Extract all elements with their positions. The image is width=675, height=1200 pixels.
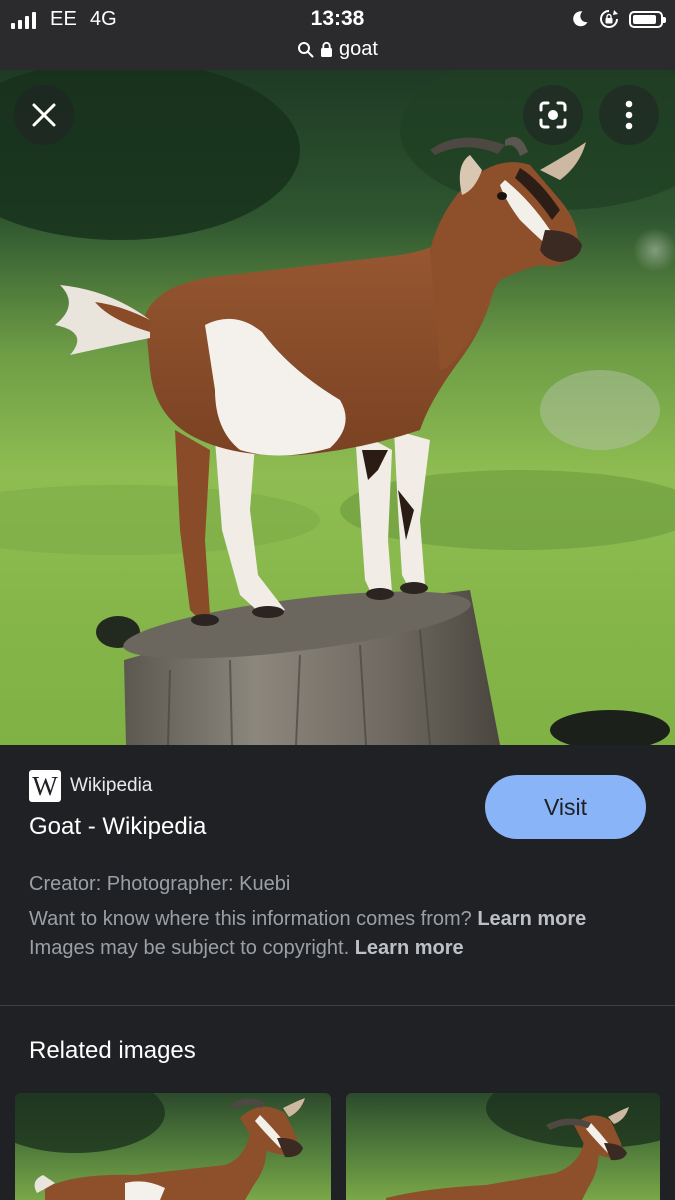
image-metadata: Creator: Photographer: Kuebi Want to kno…: [29, 870, 639, 963]
rotation-lock-icon: [600, 10, 618, 28]
close-icon: [32, 103, 56, 127]
goat-thumbnail-photo: [386, 1093, 660, 1200]
result-info-panel: W Wikipedia Goat - Wikipedia Visit Creat…: [0, 745, 675, 1007]
more-vert-icon: [625, 100, 633, 130]
url-text: goat: [339, 37, 378, 60]
wikipedia-logo-icon: W: [29, 770, 61, 802]
copyright-line: Images may be subject to copyright. Lear…: [29, 934, 639, 963]
more-options-button[interactable]: [599, 85, 659, 145]
goat-thumbnail-photo: [15, 1093, 305, 1200]
source-name: Wikipedia: [70, 775, 153, 796]
goat-photo: [0, 70, 675, 745]
image-viewer[interactable]: [0, 70, 675, 745]
related-image-thumbnail[interactable]: [15, 1093, 331, 1200]
copyright-text: Images may be subject to copyright.: [29, 937, 350, 959]
battery-icon: [629, 10, 666, 28]
source-row[interactable]: W Wikipedia: [29, 770, 152, 802]
divider: [0, 1005, 675, 1006]
search-icon: [298, 41, 314, 57]
visit-button[interactable]: Visit: [485, 775, 646, 839]
lock-icon: [321, 41, 333, 57]
close-button[interactable]: [14, 85, 74, 145]
copyright-learn-more-link[interactable]: Learn more: [355, 937, 464, 959]
info-source-line: Want to know where this information come…: [29, 905, 639, 934]
related-image-thumbnail[interactable]: [346, 1093, 660, 1200]
lens-button[interactable]: [523, 85, 583, 145]
info-learn-more-link[interactable]: Learn more: [477, 908, 586, 930]
creator-credit: Creator: Photographer: Kuebi: [29, 873, 291, 895]
moon-icon: [573, 11, 588, 27]
related-images-heading: Related images: [29, 1037, 196, 1064]
url-bar[interactable]: goat: [0, 36, 675, 62]
info-source-text: Want to know where this information come…: [29, 908, 472, 930]
status-bar: EE 4G 13:38 goat: [0, 0, 675, 70]
page-title-link[interactable]: Goat - Wikipedia: [29, 813, 206, 841]
lens-icon: [539, 101, 567, 129]
